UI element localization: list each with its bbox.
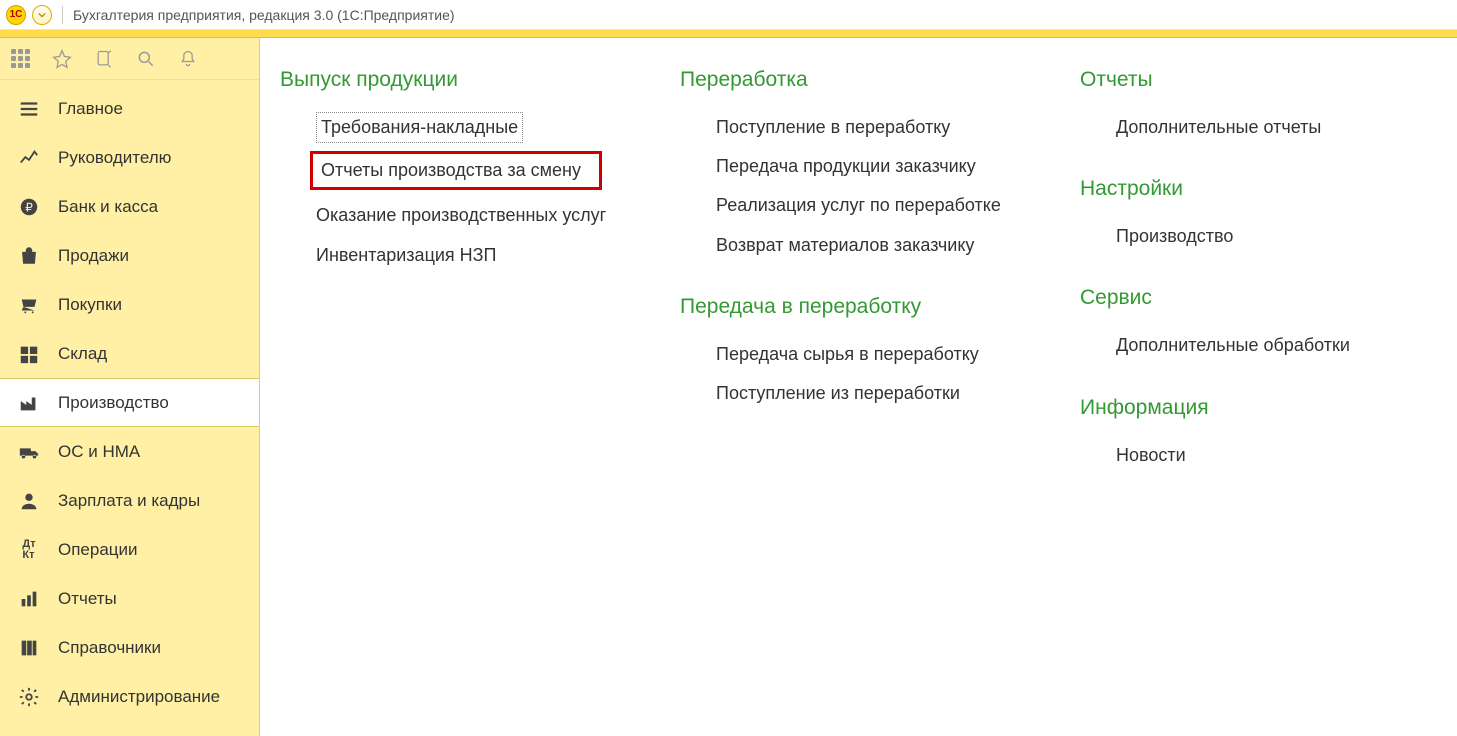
bag-icon bbox=[18, 245, 40, 267]
sidebar-toolbar bbox=[0, 38, 259, 80]
link-receipt-from-processing[interactable]: Поступление из переработки bbox=[716, 374, 1040, 413]
section-title-output[interactable]: Выпуск продукции bbox=[280, 68, 640, 92]
link-additional-reports[interactable]: Дополнительные отчеты bbox=[1116, 108, 1400, 147]
sidebar-nav: Главное Руководителю ₽ Банк и касса Прод… bbox=[0, 80, 259, 721]
truck-icon bbox=[18, 441, 40, 463]
sidebar-item-label: Покупки bbox=[58, 295, 122, 315]
sidebar-item-label: ОС и НМА bbox=[58, 442, 140, 462]
bell-icon[interactable] bbox=[178, 49, 198, 69]
section-service: Сервис Дополнительные обработки bbox=[1080, 286, 1400, 365]
section-production-output: Выпуск продукции Требования-накладные От… bbox=[280, 68, 640, 275]
link-return-materials[interactable]: Возврат материалов заказчику bbox=[716, 226, 1040, 265]
sidebar-item-label: Администрирование bbox=[58, 687, 220, 707]
section-title-transfer-processing[interactable]: Передача в переработку bbox=[680, 295, 1040, 319]
sidebar-item-operations[interactable]: ДтКт Операции bbox=[0, 525, 259, 574]
content-area: Выпуск продукции Требования-накладные От… bbox=[260, 38, 1457, 736]
title-bar: 1C Бухгалтерия предприятия, редакция 3.0… bbox=[0, 0, 1457, 30]
sidebar-item-label: Продажи bbox=[58, 246, 129, 266]
sidebar: Главное Руководителю ₽ Банк и касса Прод… bbox=[0, 38, 260, 736]
chevron-down-icon bbox=[38, 11, 46, 19]
sidebar-item-label: Банк и касса bbox=[58, 197, 158, 217]
app-menu-dropdown[interactable] bbox=[32, 5, 52, 25]
sidebar-item-label: Операции bbox=[58, 540, 138, 560]
sidebar-item-bank[interactable]: ₽ Банк и касса bbox=[0, 182, 259, 231]
search-icon[interactable] bbox=[136, 49, 156, 69]
section-title-service[interactable]: Сервис bbox=[1080, 286, 1400, 310]
content-column-3: Отчеты Дополнительные отчеты Настройки П… bbox=[1080, 68, 1400, 716]
app-logo-icon: 1C bbox=[6, 5, 26, 25]
sidebar-item-manager[interactable]: Руководителю bbox=[0, 133, 259, 182]
sidebar-item-label: Отчеты bbox=[58, 589, 117, 609]
gear-icon bbox=[18, 686, 40, 708]
sidebar-item-admin[interactable]: Администрирование bbox=[0, 672, 259, 721]
link-processing-services-sale[interactable]: Реализация услуг по переработке bbox=[716, 186, 1040, 225]
sidebar-item-label: Справочники bbox=[58, 638, 161, 658]
section-settings: Настройки Производство bbox=[1080, 177, 1400, 256]
link-news[interactable]: Новости bbox=[1116, 436, 1400, 475]
link-requirements-invoice[interactable]: Требования-накладные bbox=[316, 112, 523, 143]
section-reports: Отчеты Дополнительные отчеты bbox=[1080, 68, 1400, 147]
sidebar-item-label: Руководителю bbox=[58, 148, 171, 168]
sidebar-item-warehouse[interactable]: Склад bbox=[0, 329, 259, 378]
boxes-icon bbox=[18, 343, 40, 365]
section-transfer-processing: Передача в переработку Передача сырья в … bbox=[680, 295, 1040, 413]
section-title-settings[interactable]: Настройки bbox=[1080, 177, 1400, 201]
bars-icon bbox=[18, 588, 40, 610]
person-icon bbox=[18, 490, 40, 512]
app-title: Бухгалтерия предприятия, редакция 3.0 (1… bbox=[73, 7, 455, 23]
cart-icon bbox=[18, 294, 40, 316]
link-transfer-raw[interactable]: Передача сырья в переработку bbox=[716, 335, 1040, 374]
sidebar-item-hr[interactable]: Зарплата и кадры bbox=[0, 476, 259, 525]
section-title-processing[interactable]: Переработка bbox=[680, 68, 1040, 92]
svg-text:₽: ₽ bbox=[25, 200, 33, 214]
sidebar-item-reports[interactable]: Отчеты bbox=[0, 574, 259, 623]
menu-icon bbox=[18, 98, 40, 120]
coin-icon: ₽ bbox=[18, 196, 40, 218]
sidebar-item-purchases[interactable]: Покупки bbox=[0, 280, 259, 329]
section-info: Информация Новости bbox=[1080, 396, 1400, 475]
link-production-services[interactable]: Оказание производственных услуг bbox=[316, 196, 640, 235]
section-title-info[interactable]: Информация bbox=[1080, 396, 1400, 420]
factory-icon bbox=[18, 392, 40, 414]
link-production-settings[interactable]: Производство bbox=[1116, 217, 1400, 256]
sidebar-item-assets[interactable]: ОС и НМА bbox=[0, 427, 259, 476]
apps-grid-icon[interactable] bbox=[10, 49, 30, 69]
books-icon bbox=[18, 637, 40, 659]
sidebar-item-label: Зарплата и кадры bbox=[58, 491, 200, 511]
history-icon[interactable] bbox=[94, 49, 114, 69]
section-processing: Переработка Поступление в переработку Пе… bbox=[680, 68, 1040, 265]
accent-strip bbox=[0, 30, 1457, 38]
sidebar-item-label: Производство bbox=[58, 393, 169, 413]
content-column-1: Выпуск продукции Требования-накладные От… bbox=[280, 68, 640, 716]
link-production-shift-reports[interactable]: Отчеты производства за смену bbox=[310, 151, 602, 190]
sidebar-item-directories[interactable]: Справочники bbox=[0, 623, 259, 672]
link-additional-processing[interactable]: Дополнительные обработки bbox=[1116, 326, 1400, 365]
section-title-reports[interactable]: Отчеты bbox=[1080, 68, 1400, 92]
title-divider bbox=[62, 6, 63, 24]
sidebar-item-label: Главное bbox=[58, 99, 123, 119]
dtkt-icon: ДтКт bbox=[18, 539, 40, 561]
sidebar-item-label: Склад bbox=[58, 344, 107, 364]
link-wip-inventory[interactable]: Инвентаризация НЗП bbox=[316, 236, 640, 275]
content-column-2: Переработка Поступление в переработку Пе… bbox=[680, 68, 1040, 716]
sidebar-item-production[interactable]: Производство bbox=[0, 378, 259, 427]
sidebar-item-main[interactable]: Главное bbox=[0, 84, 259, 133]
sidebar-item-sales[interactable]: Продажи bbox=[0, 231, 259, 280]
chart-line-icon bbox=[18, 147, 40, 169]
link-receipt-for-processing[interactable]: Поступление в переработку bbox=[716, 108, 1040, 147]
star-icon[interactable] bbox=[52, 49, 72, 69]
link-transfer-to-customer[interactable]: Передача продукции заказчику bbox=[716, 147, 1040, 186]
